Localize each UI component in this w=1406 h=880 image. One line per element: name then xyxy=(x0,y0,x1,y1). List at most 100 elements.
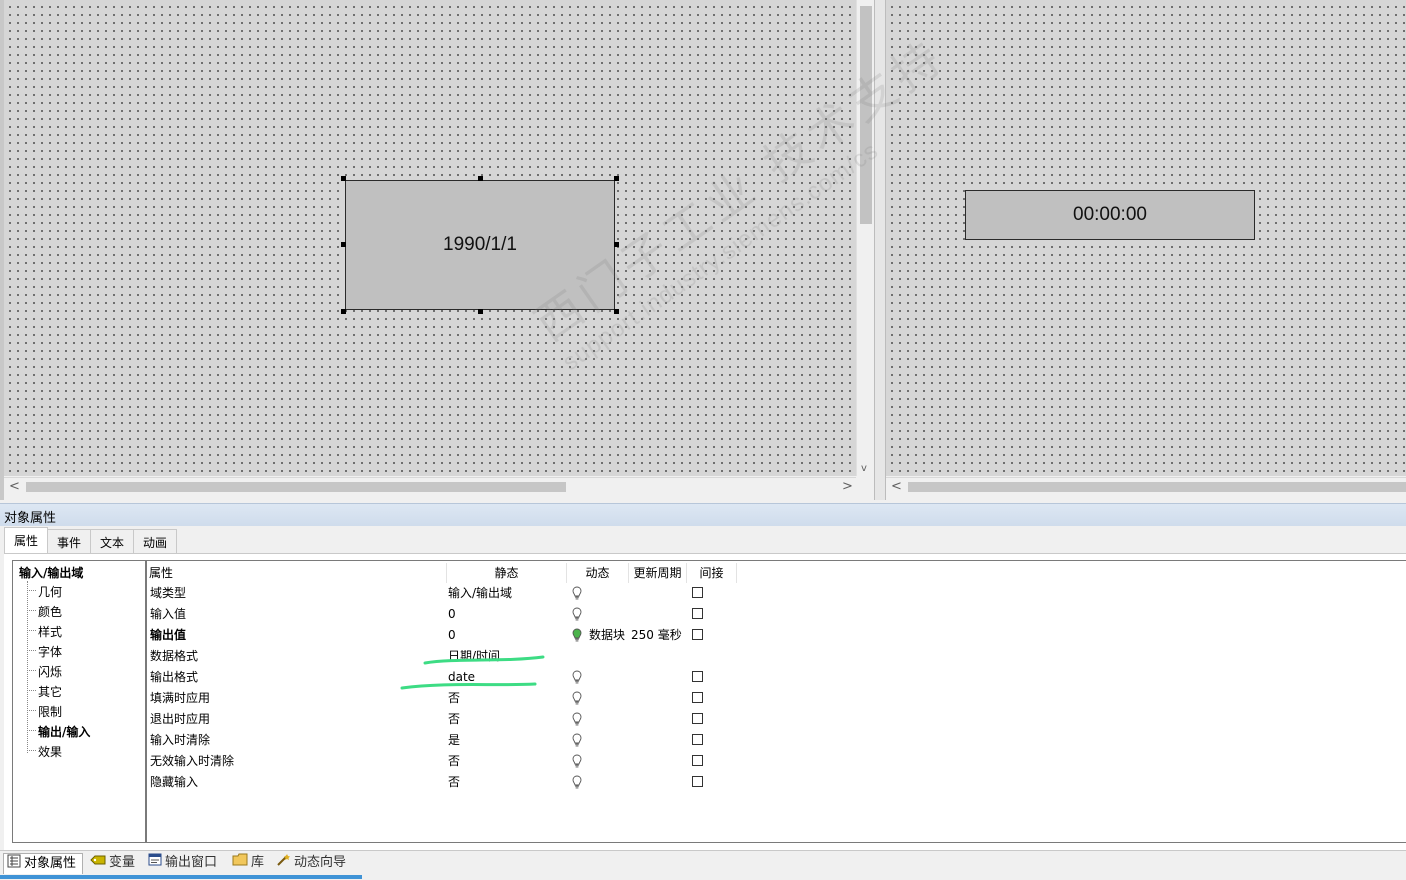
library-folder-icon xyxy=(232,853,248,873)
property-static-value[interactable]: 0 xyxy=(448,625,456,646)
column-header-static[interactable]: 静态 xyxy=(447,563,567,583)
selection-handle[interactable] xyxy=(341,176,346,181)
scroll-left-arrow-icon[interactable]: < xyxy=(9,479,20,494)
tab-events[interactable]: 事件 xyxy=(47,529,92,554)
property-row[interactable]: 数据格式 日期/时间 xyxy=(147,646,747,667)
indirect-checkbox[interactable] xyxy=(692,713,703,724)
property-row[interactable]: 输出格式 date xyxy=(147,667,747,688)
indirect-checkbox[interactable] xyxy=(692,629,703,640)
column-header-attribute[interactable]: 属性 xyxy=(149,563,447,583)
dynamic-bulb-icon[interactable] xyxy=(572,607,582,622)
dynamic-bulb-icon[interactable] xyxy=(572,691,582,706)
properties-sheet-icon xyxy=(7,854,21,875)
active-tab-indicator xyxy=(0,875,362,879)
bottom-tab-tags[interactable]: 变量 xyxy=(90,853,135,873)
scrollbar-thumb[interactable] xyxy=(860,6,872,224)
property-name: 输入时清除 xyxy=(150,733,211,747)
dynamic-bulb-icon[interactable] xyxy=(572,670,582,685)
bottom-tab-output-window[interactable]: 输出窗口 xyxy=(148,853,217,873)
indirect-checkbox[interactable] xyxy=(692,734,703,745)
column-header-dynamic[interactable]: 动态 xyxy=(567,563,629,583)
tree-item-effects[interactable]: 效果 xyxy=(38,743,62,760)
tree-item-colors[interactable]: 颜色 xyxy=(38,603,62,620)
selection-handle[interactable] xyxy=(614,309,619,314)
selection-handle[interactable] xyxy=(341,309,346,314)
property-name: 填满时应用 xyxy=(150,691,211,705)
tree-connector xyxy=(27,650,36,651)
bottom-tab-label: 变量 xyxy=(109,855,136,870)
dynamic-bulb-icon[interactable] xyxy=(572,754,582,769)
pane-splitter[interactable] xyxy=(874,0,886,500)
tab-animations[interactable]: 动画 xyxy=(133,529,178,554)
tree-root-io-field[interactable]: 输入/输出域 xyxy=(19,564,83,581)
indirect-checkbox[interactable] xyxy=(692,755,703,766)
property-static-value[interactable]: 0 xyxy=(448,604,456,625)
tree-item-geometry[interactable]: 几何 xyxy=(38,583,62,600)
io-field-time[interactable]: 00:00:00 xyxy=(965,190,1255,240)
scroll-right-arrow-icon[interactable]: > xyxy=(842,479,853,494)
property-static-value[interactable]: 否 xyxy=(448,772,460,793)
property-row[interactable]: 隐藏输入 否 xyxy=(147,772,747,793)
property-row[interactable]: 填满时应用 否 xyxy=(147,688,747,709)
indirect-checkbox[interactable] xyxy=(692,671,703,682)
scroll-left-arrow-icon[interactable]: < xyxy=(891,479,902,494)
column-header-update-cycle[interactable]: 更新周期 xyxy=(629,563,687,583)
design-canvas-left[interactable]: 1990/1/1 xyxy=(4,0,856,476)
property-static-value[interactable]: 日期/时间 xyxy=(448,646,500,667)
tree-item-font[interactable]: 字体 xyxy=(38,643,62,660)
property-static-value[interactable]: 否 xyxy=(448,751,460,772)
selection-handle[interactable] xyxy=(478,176,483,181)
tree-item-flashing[interactable]: 闪烁 xyxy=(38,663,62,680)
dynamic-bulb-icon[interactable] xyxy=(572,712,582,727)
property-static-value[interactable]: 否 xyxy=(448,688,460,709)
property-row[interactable]: 退出时应用 否 xyxy=(147,709,747,730)
scrollbar-thumb[interactable] xyxy=(26,482,566,492)
canvas-left-horizontal-scrollbar[interactable]: < > xyxy=(4,477,856,496)
dynamic-bulb-icon[interactable] xyxy=(572,586,582,601)
bottom-tab-label: 对象属性 xyxy=(24,856,77,871)
bottom-tab-library[interactable]: 库 xyxy=(232,853,264,873)
selection-handle[interactable] xyxy=(614,176,619,181)
io-field-date[interactable]: 1990/1/1 xyxy=(345,180,615,310)
selection-handle[interactable] xyxy=(341,242,346,247)
bottom-tab-label: 库 xyxy=(251,855,265,870)
property-row[interactable]: 无效输入时清除 否 xyxy=(147,751,747,772)
property-static-value[interactable]: 是 xyxy=(448,730,460,751)
design-canvas-right[interactable]: 00:00:00 xyxy=(886,0,1406,476)
bottom-tab-dynamic-wizard[interactable]: 动态向导 xyxy=(275,853,346,873)
selection-handle[interactable] xyxy=(478,309,483,314)
bottom-tab-object-properties[interactable]: 对象属性 xyxy=(3,853,84,875)
properties-panel-title-bar: 对象属性 xyxy=(0,503,1406,526)
tab-texts[interactable]: 文本 xyxy=(90,529,135,554)
canvas-left-vertical-scrollbar[interactable]: v xyxy=(856,0,875,476)
dynamic-bulb-active-icon[interactable] xyxy=(572,628,582,643)
dynamic-bulb-icon[interactable] xyxy=(572,775,582,790)
bottom-tab-label: 输出窗口 xyxy=(165,855,218,870)
property-row[interactable]: 输入时清除 是 xyxy=(147,730,747,751)
property-static-value[interactable]: 否 xyxy=(448,709,460,730)
indirect-checkbox[interactable] xyxy=(692,608,703,619)
scroll-down-arrow-icon[interactable]: v xyxy=(861,463,867,474)
dynamic-bulb-icon[interactable] xyxy=(572,733,582,748)
tree-item-styles[interactable]: 样式 xyxy=(38,623,62,640)
column-header-indirect[interactable]: 间接 xyxy=(687,563,737,583)
property-update-cycle: 250 毫秒 xyxy=(631,628,682,642)
tree-connector xyxy=(27,730,36,731)
tree-item-output-input[interactable]: 输出/输入 xyxy=(38,723,90,740)
property-dynamic-value: 数据块 xyxy=(589,628,626,642)
scrollbar-thumb[interactable] xyxy=(908,482,1406,492)
property-row[interactable]: 域类型 输入/输出域 xyxy=(147,583,747,604)
tree-item-miscellaneous[interactable]: 其它 xyxy=(38,683,62,700)
indirect-checkbox[interactable] xyxy=(692,776,703,787)
selection-handle[interactable] xyxy=(614,242,619,247)
indirect-checkbox[interactable] xyxy=(692,587,703,598)
tab-properties[interactable]: 属性 xyxy=(4,527,49,555)
canvas-right-horizontal-scrollbar[interactable]: < xyxy=(886,477,1406,496)
tree-item-limits[interactable]: 限制 xyxy=(38,703,62,720)
property-grid: 属性 静态 动态 更新周期 间接 域类型 输入/输出域 输入值 0 输出值 0 数据块 250… xyxy=(146,560,1406,843)
property-row[interactable]: 输出值 0 数据块 250 毫秒 xyxy=(147,625,747,646)
property-static-value[interactable]: date xyxy=(448,667,475,688)
property-row[interactable]: 输入值 0 xyxy=(147,604,747,625)
property-static-value[interactable]: 输入/输出域 xyxy=(448,583,512,604)
indirect-checkbox[interactable] xyxy=(692,692,703,703)
